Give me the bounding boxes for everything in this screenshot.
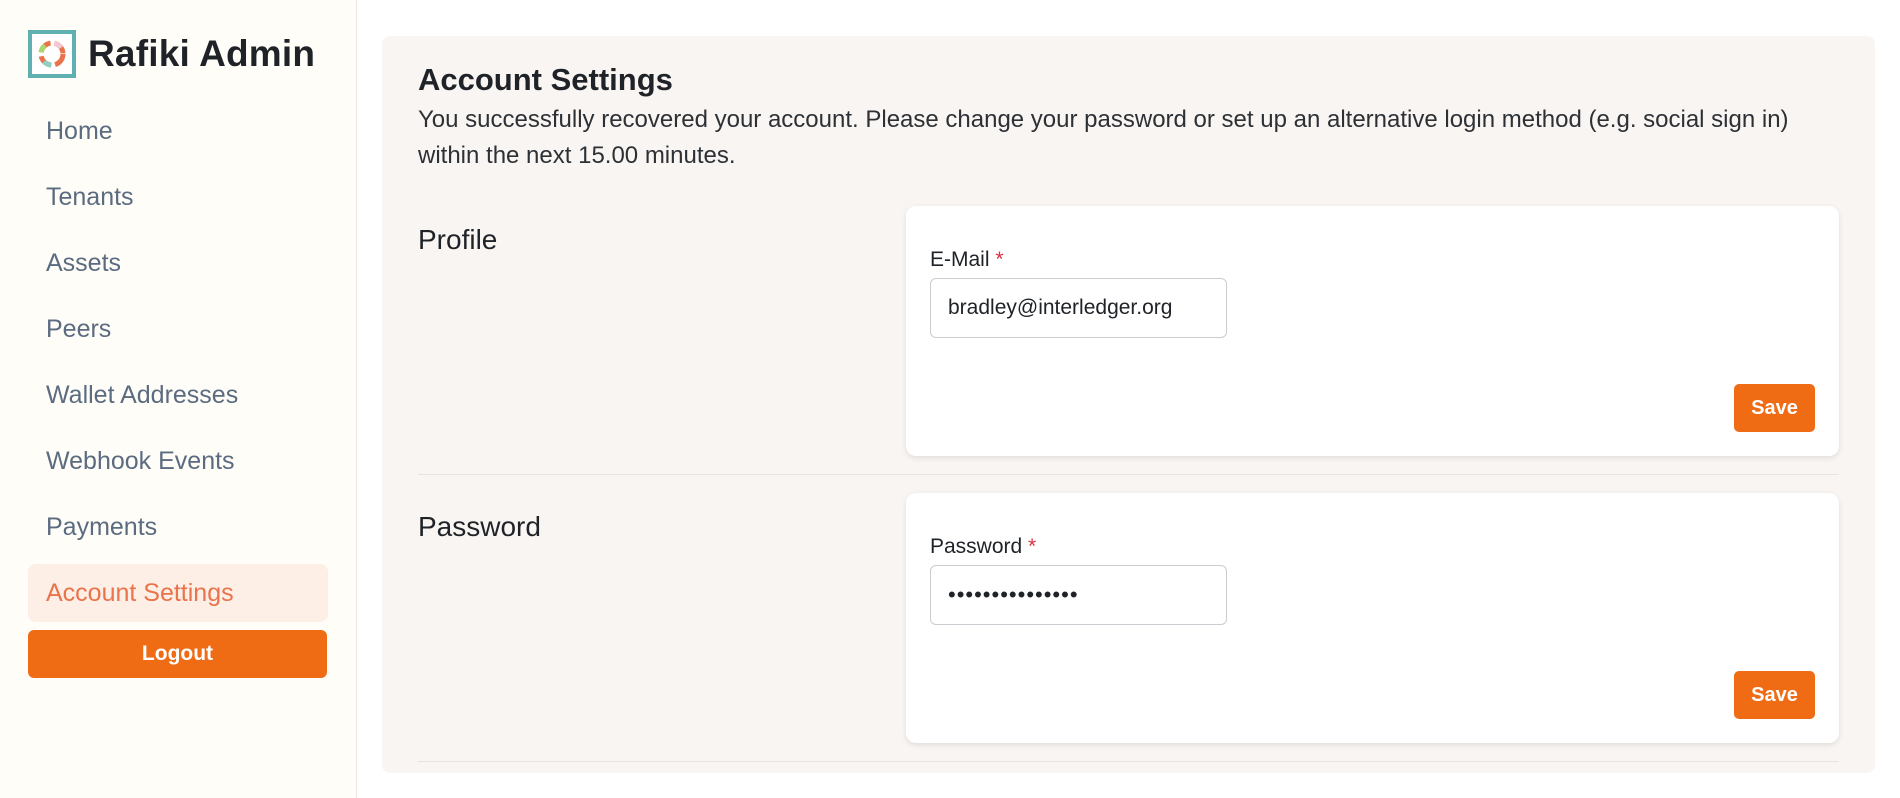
- password-save-button[interactable]: Save: [1734, 671, 1815, 720]
- brand[interactable]: Rafiki Admin: [28, 30, 328, 78]
- email-field[interactable]: [930, 278, 1227, 339]
- profile-save-button[interactable]: Save: [1734, 384, 1815, 433]
- sidebar-item-webhook-events[interactable]: Webhook Events: [28, 432, 328, 490]
- sidebar-item-assets[interactable]: Assets: [28, 234, 328, 292]
- sidebar-item-wallet-addresses[interactable]: Wallet Addresses: [28, 366, 328, 424]
- sidebar-nav: Home Tenants Assets Peers Wallet Address…: [28, 102, 328, 622]
- password-section: Password Password * Save: [418, 475, 1839, 763]
- sidebar: Rafiki Admin Home Tenants Assets Peers W…: [0, 0, 357, 798]
- page-title: Account Settings: [418, 62, 673, 97]
- rafiki-ring-logo-icon: [28, 30, 76, 78]
- sidebar-item-tenants[interactable]: Tenants: [28, 168, 328, 226]
- email-required-mark: *: [995, 248, 1004, 272]
- password-label-text: Password: [930, 535, 1023, 559]
- logout-button[interactable]: Logout: [28, 630, 327, 678]
- profile-section: Profile E-Mail * Save: [418, 206, 1839, 476]
- main-content: Account Settings You successfully recove…: [357, 0, 1900, 798]
- email-field-label: E-Mail *: [930, 248, 1815, 272]
- password-required-mark: *: [1028, 535, 1037, 559]
- recovery-notice: You successfully recovered your account.…: [418, 106, 1789, 170]
- sidebar-item-peers[interactable]: Peers: [28, 300, 328, 358]
- app-layout: Rafiki Admin Home Tenants Assets Peers W…: [0, 0, 1900, 798]
- password-section-label: Password: [418, 511, 541, 543]
- sidebar-item-home[interactable]: Home: [28, 102, 328, 160]
- profile-card: E-Mail * Save: [906, 206, 1839, 457]
- settings-panel: Account Settings You successfully recove…: [382, 36, 1875, 773]
- sidebar-item-account-settings[interactable]: Account Settings: [28, 564, 328, 622]
- password-field[interactable]: [930, 565, 1227, 626]
- email-label-text: E-Mail: [930, 248, 990, 272]
- sidebar-item-payments[interactable]: Payments: [28, 498, 328, 556]
- app-title: Rafiki Admin: [88, 33, 316, 74]
- password-field-label: Password *: [930, 535, 1815, 559]
- password-card: Password * Save: [906, 493, 1839, 744]
- profile-section-label: Profile: [418, 224, 498, 256]
